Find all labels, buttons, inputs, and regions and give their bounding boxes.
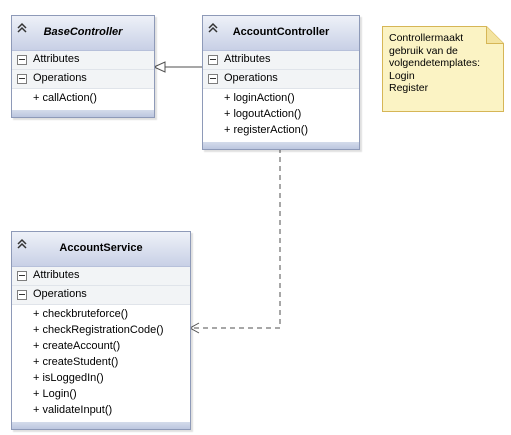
class-name: AccountController <box>232 26 330 38</box>
operations-list: + loginAction() + logoutAction() + regis… <box>203 89 359 142</box>
collapse-toggle-icon[interactable] <box>17 74 27 84</box>
operation-item[interactable]: + checkbruteforce() <box>12 307 190 323</box>
collapse-toggle-icon[interactable] <box>208 74 218 84</box>
class-name: AccountService <box>59 242 143 254</box>
operations-label: Operations <box>33 288 87 300</box>
operation-item[interactable]: + checkRegistrationCode() <box>12 323 190 339</box>
note-line: Login <box>389 69 415 82</box>
class-account-controller[interactable]: AccountController Attributes Operations … <box>202 15 360 150</box>
note-line: Controllermaakt <box>389 32 464 44</box>
operation-item[interactable]: + createStudent() <box>12 355 190 371</box>
attributes-section: Attributes <box>203 51 359 70</box>
operations-label: Operations <box>224 72 278 84</box>
class-header: AccountService <box>12 232 190 267</box>
attributes-section: Attributes <box>12 51 154 70</box>
note-line: volgendetemplates: <box>389 57 481 69</box>
note-text: Controllermaakt gebruik van de volgendet… <box>389 32 489 95</box>
class-footer <box>12 110 154 117</box>
operation-item[interactable]: + isLoggedIn() <box>12 371 190 387</box>
note-line: Register <box>389 82 429 94</box>
operation-item[interactable]: + registerAction() <box>203 123 359 139</box>
operation-item[interactable]: + logoutAction() <box>203 107 359 123</box>
note-line: gebruik van de <box>389 44 458 57</box>
attributes-label: Attributes <box>224 53 271 65</box>
operations-label: Operations <box>33 72 87 84</box>
operation-item[interactable]: + createAccount() <box>12 339 190 355</box>
comment-note[interactable]: Controllermaakt gebruik van de volgendet… <box>382 26 504 112</box>
class-base-controller[interactable]: BaseController Attributes Operations + c… <box>11 15 155 118</box>
operations-section: Operations <box>203 70 359 89</box>
attributes-label: Attributes <box>33 53 80 65</box>
attributes-section: Attributes <box>12 267 190 286</box>
class-name: BaseController <box>43 26 123 38</box>
collapse-toggle-icon[interactable] <box>17 271 27 281</box>
operation-item[interactable]: + Login() <box>12 387 190 403</box>
class-header: AccountController <box>203 16 359 51</box>
operations-section: Operations <box>12 286 190 305</box>
operations-list: + checkbruteforce() + checkRegistrationC… <box>12 305 190 422</box>
operations-section: Operations <box>12 70 154 89</box>
attributes-label: Attributes <box>33 269 80 281</box>
class-footer <box>12 422 190 429</box>
class-footer <box>203 142 359 149</box>
operation-item[interactable]: + validateInput() <box>12 403 190 419</box>
operation-item[interactable]: + loginAction() <box>203 91 359 107</box>
collapse-toggle-icon[interactable] <box>17 290 27 300</box>
operations-list: + callAction() <box>12 89 154 110</box>
class-account-service[interactable]: AccountService Attributes Operations + c… <box>11 231 191 430</box>
collapse-toggle-icon[interactable] <box>17 55 27 65</box>
operation-item[interactable]: + callAction() <box>12 91 154 107</box>
collapse-toggle-icon[interactable] <box>208 55 218 65</box>
generalization-arrowhead <box>152 61 166 73</box>
class-header: BaseController <box>12 16 154 51</box>
dependency-line <box>190 148 281 329</box>
